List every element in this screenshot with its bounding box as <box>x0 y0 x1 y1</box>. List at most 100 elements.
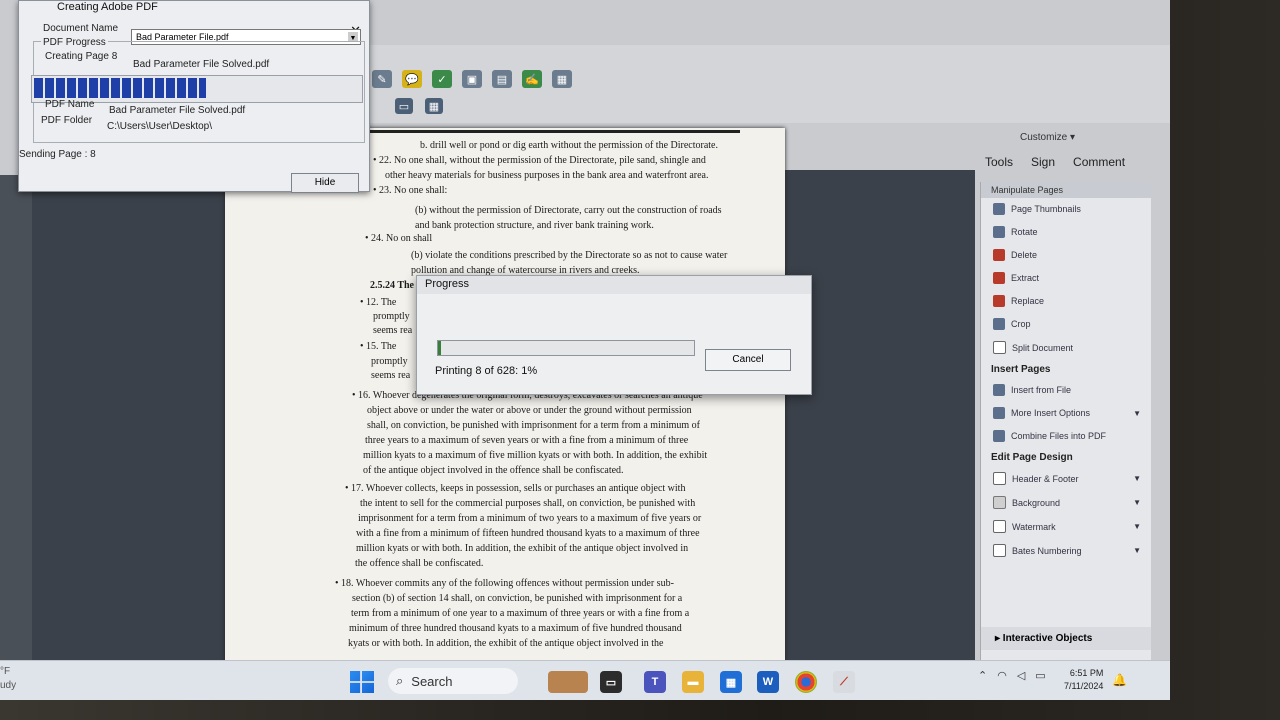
tool-label: Background <box>1012 497 1061 508</box>
store-icon[interactable]: ▦ <box>720 671 742 693</box>
tool-rotate[interactable]: Rotate <box>981 221 1151 244</box>
widgets-icon[interactable] <box>548 671 588 693</box>
highlight-icon[interactable]: ✓ <box>432 70 452 88</box>
doc-line: seems rea <box>371 370 411 381</box>
hide-button[interactable]: Hide <box>291 173 359 193</box>
tab-comment[interactable]: Comment <box>1073 155 1125 169</box>
edit-icon[interactable]: ✎ <box>372 70 392 88</box>
weather-widget[interactable]: °F udy <box>0 665 16 693</box>
tool-label: Split Document <box>1012 342 1074 353</box>
insert-pages-header[interactable]: Insert Pages <box>981 360 1151 379</box>
pdf-name-value: Bad Parameter File Solved.pdf <box>109 105 246 116</box>
sign-icon[interactable]: ✍ <box>522 70 542 88</box>
split-icon <box>993 341 1006 354</box>
grid-icon[interactable]: ▦ <box>425 98 443 114</box>
doc-line: the offence shall be confiscated. <box>355 558 484 569</box>
screen: ✎ 💬 ✓ ▣ ▤ ✍ ▦ ▭ ▦ Customize ▾ Tools Sign… <box>0 0 1170 700</box>
printing-progress-bar <box>437 340 695 356</box>
stamp-icon[interactable]: ▣ <box>462 70 482 88</box>
fit-page-icon[interactable]: ▭ <box>395 98 413 114</box>
volume-icon[interactable]: ◁ <box>1017 669 1025 682</box>
doc-line: b. drill well or pond or dig earth witho… <box>420 140 718 151</box>
acrobat-toolbar-secondary: ▭ ▦ <box>395 98 443 114</box>
interactive-objects-section[interactable]: ▸ Interactive Objects <box>981 627 1151 650</box>
windows-start-icon-right[interactable] <box>362 671 374 693</box>
tool-combine-files[interactable]: Combine Files into PDF <box>981 425 1151 448</box>
doc-line: three years to a maximum of seven years … <box>365 435 689 446</box>
teams-icon[interactable]: T <box>644 671 666 693</box>
cancel-button[interactable]: Cancel <box>705 349 791 371</box>
tool-insert-from-file[interactable]: Insert from File <box>981 379 1151 402</box>
doc-line: • 23. No one shall: <box>373 185 448 196</box>
doc-line: imprisonment for a term from a minimum o… <box>358 513 702 524</box>
doc-line: object above or under the water or above… <box>367 405 692 416</box>
pdf-progress-label: PDF Progress <box>41 37 108 48</box>
task-view-icon[interactable]: ▭ <box>600 671 622 693</box>
tab-sign[interactable]: Sign <box>1031 155 1055 169</box>
doc-line: minimum of three hundred thousand kyats … <box>349 623 682 634</box>
doc-line: section (b) of section 14 shall, on conv… <box>352 593 683 604</box>
progress-title: Progress <box>425 278 470 290</box>
tool-crop[interactable]: Crop <box>981 313 1151 336</box>
form-icon[interactable]: ▦ <box>552 70 572 88</box>
tool-label: Insert from File <box>1011 385 1072 395</box>
pdf-name-label: PDF Name <box>45 99 95 110</box>
doc-line: other heavy materials for business purpo… <box>385 170 709 181</box>
taskbar-search[interactable]: ⌕ Search <box>388 668 518 694</box>
pane-tabs: Tools Sign Comment <box>985 155 1125 169</box>
manipulate-pages-header[interactable]: Manipulate Pages <box>981 182 1151 198</box>
acrobat-toolbar: ✎ 💬 ✓ ▣ ▤ ✍ ▦ <box>372 70 572 88</box>
clock[interactable]: 6:51 PM 7/11/2024 <box>1064 667 1103 693</box>
tool-delete[interactable]: Delete <box>981 244 1151 267</box>
watermark-icon <box>993 520 1006 533</box>
creating-page-label: Creating Page 8 <box>45 51 118 62</box>
customize-menu[interactable]: Customize ▾ <box>1020 132 1075 143</box>
attach-icon[interactable]: ▤ <box>492 70 512 88</box>
chevron-down-icon: ▼ <box>1133 474 1141 483</box>
system-tray: ⌃ ◠ ◁ ▭ <box>978 669 1046 682</box>
doc-line: • 22. No one shall, without the permissi… <box>373 155 706 166</box>
tool-page-thumbnails[interactable]: Page Thumbnails <box>981 198 1151 221</box>
creating-page-value: Bad Parameter File Solved.pdf <box>133 59 270 70</box>
battery-icon[interactable]: ▭ <box>1035 669 1045 682</box>
tool-background[interactable]: Background ▼ <box>981 491 1151 515</box>
doc-line: • 24. No on shall <box>365 233 433 244</box>
doc-line: term from a minimum of one year to a max… <box>351 608 690 619</box>
pdf-folder-label: PDF Folder <box>41 115 93 126</box>
comment-icon[interactable]: 💬 <box>402 70 422 88</box>
tools-pane: Manipulate Pages Page Thumbnails Rotate … <box>980 182 1151 660</box>
pdf-progress-fill <box>34 78 206 98</box>
rotate-icon <box>993 226 1005 238</box>
file-explorer-icon[interactable]: ▬ <box>682 671 704 693</box>
search-icon: ⌕ <box>396 673 404 688</box>
acrobat-icon[interactable]: ⟋ <box>833 671 855 693</box>
tool-bates-numbering[interactable]: Bates Numbering ▼ <box>981 539 1151 563</box>
document-name-label: Document Name <box>43 23 119 34</box>
edit-page-design-header[interactable]: Edit Page Design <box>981 448 1151 467</box>
bates-icon <box>993 544 1006 557</box>
tool-header-footer[interactable]: Header & Footer ▼ <box>981 467 1151 491</box>
doc-line: shall, on conviction, be punished with i… <box>367 420 700 431</box>
navigation-pane[interactable] <box>0 175 32 665</box>
tool-more-insert-options[interactable]: More Insert Options ▼ <box>981 402 1151 425</box>
tool-label: Watermark <box>1012 521 1056 532</box>
doc-line: seems rea <box>373 325 413 336</box>
wifi-icon[interactable]: ◠ <box>997 669 1007 682</box>
notification-bell-icon[interactable]: 🔔 <box>1112 673 1127 687</box>
tool-label: Crop <box>1011 319 1031 329</box>
tool-label: Header & Footer <box>1012 473 1079 484</box>
tool-watermark[interactable]: Watermark ▼ <box>981 515 1151 539</box>
tool-replace[interactable]: Replace <box>981 290 1151 313</box>
header-footer-icon <box>993 472 1006 485</box>
tab-tools[interactable]: Tools <box>985 155 1013 169</box>
doc-line: • 18. Whoever commits any of the followi… <box>335 578 674 589</box>
clock-date: 7/11/2024 <box>1064 681 1104 691</box>
chevron-up-icon[interactable]: ⌃ <box>978 669 987 682</box>
tool-extract[interactable]: Extract <box>981 267 1151 290</box>
chrome-icon[interactable] <box>795 671 817 693</box>
tool-split-document[interactable]: Split Document <box>981 336 1151 360</box>
progress-titlebar <box>417 276 811 294</box>
tool-label: More Insert Options <box>1011 408 1091 418</box>
word-icon[interactable]: W <box>757 671 779 693</box>
weather-desc: udy <box>0 680 17 691</box>
